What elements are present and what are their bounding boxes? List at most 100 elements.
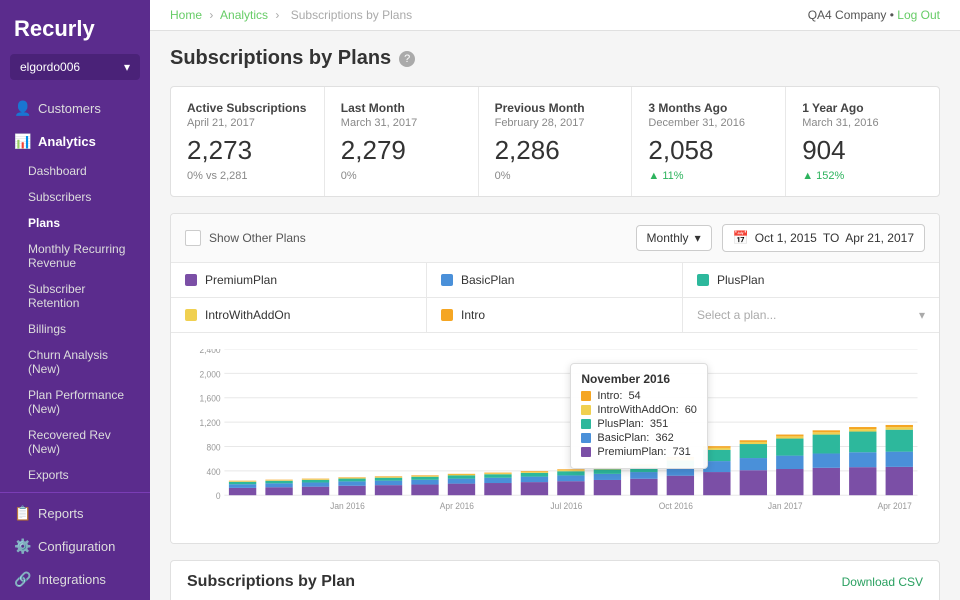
breadcrumb-analytics[interactable]: Analytics <box>220 8 268 22</box>
sidebar-item-analytics[interactable]: 📊 Analytics <box>0 125 150 158</box>
plan-dropdown: Select a plan... ▾ <box>697 308 925 322</box>
main-content: Home › Analytics › Subscriptions by Plan… <box>150 0 960 600</box>
sidebar-item-retention[interactable]: Subscriber Retention <box>0 276 150 316</box>
plan-select-intro-addon[interactable]: IntroWithAddOn <box>171 298 427 332</box>
svg-text:400: 400 <box>207 467 221 477</box>
sidebar-item-plan-performance[interactable]: Plan Performance (New) <box>0 382 150 422</box>
config-icon: ⚙️ <box>14 538 30 555</box>
account-selector[interactable]: elgordo006 ▾ <box>10 54 140 80</box>
stat-change: 0% <box>341 170 462 182</box>
stat-label: 3 Months Ago <box>648 101 769 115</box>
plan-dot <box>441 274 453 286</box>
sidebar-label: Exports <box>28 468 69 482</box>
svg-text:Jan 2017: Jan 2017 <box>768 501 803 511</box>
date-range-to: TO <box>823 231 839 245</box>
stat-change: 0% <box>495 170 616 182</box>
sidebar-label: Customers <box>38 101 101 116</box>
plan-dot <box>185 309 197 321</box>
chevron-down-icon: ▾ <box>695 231 701 245</box>
account-name: elgordo006 <box>20 60 80 74</box>
plan-name: Intro <box>461 308 485 322</box>
stat-1year: 1 Year Ago March 31, 2016 904 ▲ 152% <box>786 87 939 196</box>
sidebar-item-customers[interactable]: 👤 Customers <box>0 92 150 125</box>
sidebar-item-billings[interactable]: Billings <box>0 316 150 342</box>
analytics-icon: 📊 <box>14 133 30 150</box>
stat-date: December 31, 2016 <box>648 117 769 129</box>
stat-prev-month: Previous Month February 28, 2017 2,286 0… <box>479 87 633 196</box>
breadcrumb-home[interactable]: Home <box>170 8 202 22</box>
date-from: Oct 1, 2015 <box>755 231 817 245</box>
sidebar-item-mrr[interactable]: Monthly Recurring Revenue <box>0 236 150 276</box>
plan-dropdown-label: Select a plan... <box>697 308 776 322</box>
sidebar-label: Churn Analysis (New) <box>28 348 136 376</box>
integrations-icon: 🔗 <box>14 571 30 588</box>
date-to: Apr 21, 2017 <box>845 231 914 245</box>
sidebar-item-churn[interactable]: Churn Analysis (New) <box>0 342 150 382</box>
stat-last-month: Last Month March 31, 2017 2,279 0% <box>325 87 479 196</box>
stat-label: Active Subscriptions <box>187 101 308 115</box>
sidebar-item-integrations[interactable]: 🔗 Integrations <box>0 563 150 596</box>
plan-name: BasicPlan <box>461 273 514 287</box>
svg-text:2,000: 2,000 <box>200 369 221 379</box>
chart-filter-row: Show Other Plans Monthly ▾ 📅 Oct 1, 2015… <box>171 214 939 263</box>
show-other-plans: Show Other Plans <box>185 230 306 246</box>
show-other-plans-label: Show Other Plans <box>209 231 306 245</box>
sidebar-item-configuration[interactable]: ⚙️ Configuration <box>0 530 150 563</box>
sidebar-label: Recovered Rev (New) <box>28 428 136 456</box>
plan-dot <box>441 309 453 321</box>
stat-value: 2,286 <box>495 135 616 166</box>
period-dropdown[interactable]: Monthly ▾ <box>636 225 712 251</box>
topbar: Home › Analytics › Subscriptions by Plan… <box>150 0 960 31</box>
svg-text:800: 800 <box>207 442 221 452</box>
breadcrumb-sep: › <box>209 8 213 22</box>
sidebar-label: Subscriber Retention <box>28 282 136 310</box>
page-title-row: Subscriptions by Plans ? <box>170 47 940 70</box>
stat-date: March 31, 2016 <box>802 117 923 129</box>
sidebar-label: Subscribers <box>28 190 91 204</box>
sidebar-label: Integrations <box>38 572 106 587</box>
plan-select-basic[interactable]: BasicPlan <box>427 263 683 298</box>
svg-text:Oct 2016: Oct 2016 <box>659 501 693 511</box>
plan-select-intro[interactable]: Intro <box>427 298 683 332</box>
period-label: Monthly <box>647 231 689 245</box>
sidebar-label: Configuration <box>38 539 115 554</box>
sidebar-item-reports[interactable]: 📋 Reports <box>0 497 150 530</box>
stat-date: February 28, 2017 <box>495 117 616 129</box>
date-range-picker[interactable]: 📅 Oct 1, 2015 TO Apr 21, 2017 <box>722 224 925 252</box>
download-csv-link[interactable]: Download CSV <box>842 575 923 589</box>
svg-text:Apr 2017: Apr 2017 <box>878 501 912 511</box>
breadcrumb: Home › Analytics › Subscriptions by Plan… <box>170 8 416 22</box>
stat-label: Previous Month <box>495 101 616 115</box>
sidebar-item-recovered-rev[interactable]: Recovered Rev (New) <box>0 422 150 462</box>
stat-value: 2,279 <box>341 135 462 166</box>
sidebar-label: Billings <box>28 322 66 336</box>
plan-select-premium[interactable]: PremiumPlan <box>171 263 427 298</box>
svg-text:1,200: 1,200 <box>200 418 221 428</box>
stat-date: April 21, 2017 <box>187 117 308 129</box>
plan-select-dropdown[interactable]: Select a plan... ▾ <box>683 298 939 332</box>
sidebar-label: Plan Performance (New) <box>28 388 136 416</box>
plan-name: PremiumPlan <box>205 273 277 287</box>
stat-label: 1 Year Ago <box>802 101 923 115</box>
sidebar-item-subscribers[interactable]: Subscribers <box>0 184 150 210</box>
sidebar-label: Analytics <box>38 134 96 149</box>
sidebar-item-plans[interactable]: Plans <box>0 210 150 236</box>
stats-row: Active Subscriptions April 21, 2017 2,27… <box>170 86 940 197</box>
stat-3months: 3 Months Ago December 31, 2016 2,058 ▲ 1… <box>632 87 786 196</box>
chart-svg: 04008001,2001,6002,0002,400Jan 2016Apr 2… <box>185 349 925 533</box>
logout-link[interactable]: Log Out <box>897 8 940 22</box>
sidebar-item-dashboard[interactable]: Dashboard <box>0 158 150 184</box>
sidebar-item-exports[interactable]: Exports <box>0 462 150 488</box>
table-header-row: Subscriptions by Plan Download CSV <box>171 561 939 600</box>
plan-dot <box>697 274 709 286</box>
sidebar-item-developers[interactable]: 💻 Developers <box>0 596 150 600</box>
svg-text:0: 0 <box>216 491 221 501</box>
table-section: Subscriptions by Plan Download CSV Date … <box>170 560 940 600</box>
plan-name: IntroWithAddOn <box>205 308 290 322</box>
show-other-plans-checkbox[interactable] <box>185 230 201 246</box>
svg-text:1,600: 1,600 <box>200 393 221 403</box>
plan-select-plus[interactable]: PlusPlan <box>683 263 939 298</box>
info-icon[interactable]: ? <box>399 51 415 67</box>
svg-text:Jan 2016: Jan 2016 <box>330 501 365 511</box>
stat-date: March 31, 2017 <box>341 117 462 129</box>
